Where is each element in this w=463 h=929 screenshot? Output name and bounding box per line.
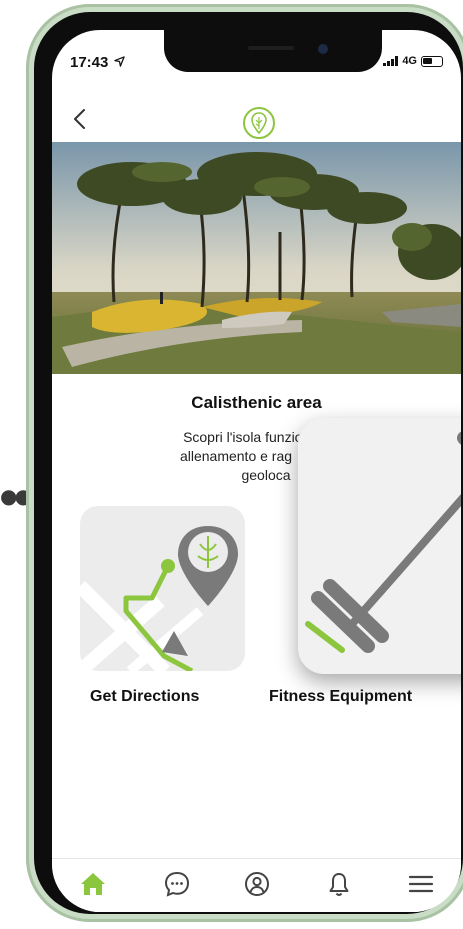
chevron-left-icon [74,109,85,129]
location-arrow-icon [113,56,125,67]
chat-bubble-icon [164,871,190,897]
app-logo [242,106,276,145]
bell-icon [329,873,349,896]
status-bar-indicators: 4G [383,55,443,67]
hero-image [52,142,461,374]
park-with-trees-photo [52,142,461,374]
menu-icon [408,875,434,893]
battery-icon [421,55,443,67]
status-bar-time: 17:43 [70,54,125,71]
bottom-tab-bar [52,858,461,912]
map-directions-icon [80,526,238,671]
tab-home[interactable] [76,867,110,901]
home-icon [81,873,105,895]
get-directions-tile[interactable] [80,506,245,671]
tab-chat[interactable] [160,867,194,901]
status-time-text: 17:43 [70,54,109,71]
page-title: Calisthenic area [191,393,322,412]
fitness-equipment-tile[interactable] [298,418,461,674]
tab-notifications[interactable] [322,867,356,901]
tree-pin-logo-icon [243,107,275,139]
phone-frame: 17:43 4G Calisthenic area Scopri l'isola… [26,4,463,922]
fitness-equipment-label: Fitness Equipment [269,688,413,705]
network-type: 4G [402,55,417,67]
tab-menu[interactable] [404,867,438,901]
notch [164,30,382,72]
back-button[interactable] [72,108,86,134]
get-directions-label: Get Directions [90,688,200,705]
phone-bezel: 17:43 4G Calisthenic area Scopri l'isola… [34,12,463,914]
app-screen: 17:43 4G Calisthenic area Scopri l'isola… [52,30,461,912]
tab-profile[interactable] [240,867,274,901]
signal-bars-icon [383,56,399,66]
barbell-icon [305,431,461,653]
earpiece-speaker [248,46,294,50]
user-circle-icon [245,872,269,896]
front-camera [318,44,328,54]
